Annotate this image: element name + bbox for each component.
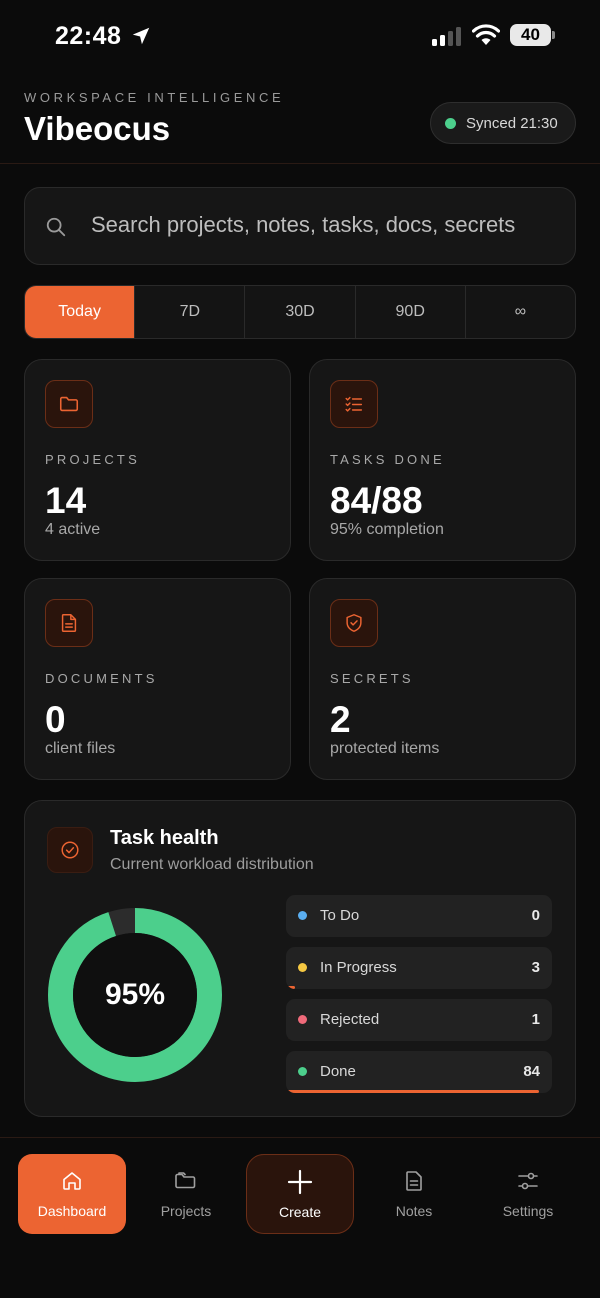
nav-label: Notes	[395, 1203, 433, 1219]
stat-subtext: client files	[45, 740, 116, 757]
completion-percent: 95%	[104, 978, 166, 1011]
nav-label: Create	[278, 1204, 322, 1220]
task-health-subtitle: Current workload distribution	[110, 856, 314, 873]
status-time: 22:48	[55, 22, 122, 50]
status-progress-bar	[286, 1090, 539, 1093]
time-range-tabs: Today 7D 30D 90D ∞	[24, 285, 576, 339]
status-name: In Progress	[320, 959, 397, 976]
status-dot	[298, 1067, 307, 1076]
stat-subtext: 95% completion	[330, 521, 444, 538]
search-icon	[46, 217, 66, 237]
status-breakdown-list: To Do 0 In Progress 3 Rejected 1 Done 84	[286, 895, 552, 1103]
stat-label: PROJECTS	[45, 452, 140, 467]
tab-today[interactable]: Today	[25, 286, 135, 338]
battery-indicator: 40	[510, 24, 556, 48]
status-row-done[interactable]: Done 84	[286, 1051, 552, 1093]
document-icon	[45, 599, 93, 647]
battery-level: 40	[510, 24, 551, 46]
stat-card-tasks-done[interactable]: TASKS DONE 84/88 95% completion	[309, 359, 576, 561]
home-icon	[63, 1172, 81, 1190]
nav-notes[interactable]: Notes	[360, 1154, 468, 1234]
status-name: To Do	[320, 907, 360, 924]
stat-value: 84/88	[330, 480, 423, 521]
create-button[interactable]: Create	[246, 1154, 354, 1234]
search-placeholder: Search projects, notes, tasks, docs, sec…	[91, 212, 516, 237]
status-count: 84	[523, 1063, 540, 1080]
battery-cap	[552, 31, 555, 39]
status-progress-bar	[286, 986, 296, 989]
sync-status-dot	[445, 117, 456, 129]
folder-icon	[45, 380, 93, 428]
stat-value: 0	[45, 699, 66, 740]
nav-projects[interactable]: Projects	[132, 1154, 240, 1234]
status-progress-bar	[286, 1038, 289, 1041]
stat-subtext: protected items	[330, 740, 440, 757]
checklist-icon	[330, 380, 378, 428]
stat-label: SECRETS	[330, 671, 414, 686]
status-count: 3	[531, 959, 540, 976]
status-bar: 22:48 40	[0, 0, 600, 72]
bottom-navigation: Dashboard Projects Create Notes Settings	[0, 1137, 600, 1298]
status-dot	[298, 1015, 307, 1024]
task-health-card: Task health Current workload distributio…	[24, 800, 576, 1117]
tab-90d[interactable]: 90D	[354, 286, 465, 338]
task-health-title: Task health	[110, 827, 219, 849]
app-title: Vibeocus	[24, 110, 171, 147]
folders-icon	[175, 1172, 196, 1189]
check-circle-icon	[47, 827, 93, 873]
status-row-todo[interactable]: To Do 0	[286, 895, 552, 937]
plus-icon	[287, 1169, 313, 1195]
stat-subtext: 4 active	[45, 521, 101, 538]
nav-dashboard[interactable]: Dashboard	[18, 1154, 126, 1234]
nav-label: Projects	[160, 1203, 212, 1219]
note-icon	[406, 1171, 422, 1191]
app-header: WORKSPACE INTELLIGENCE Vibeocus Synced 2…	[0, 72, 600, 164]
stat-label: TASKS DONE	[330, 452, 445, 467]
header-eyebrow: WORKSPACE INTELLIGENCE	[24, 90, 285, 105]
status-name: Done	[320, 1063, 356, 1080]
nav-settings[interactable]: Settings	[474, 1154, 582, 1234]
stat-label: DOCUMENTS	[45, 671, 158, 686]
sync-status-text: Synced 21:30	[466, 114, 558, 132]
stat-card-documents[interactable]: DOCUMENTS 0 client files	[24, 578, 291, 780]
sync-status-pill[interactable]: Synced 21:30	[430, 102, 576, 144]
nav-label: Dashboard	[37, 1203, 107, 1219]
search-input[interactable]: Search projects, notes, tasks, docs, sec…	[24, 187, 576, 265]
tab-30d[interactable]: 30D	[244, 286, 354, 338]
status-row-in-progress[interactable]: In Progress 3	[286, 947, 552, 989]
stat-value: 14	[45, 480, 87, 521]
sliders-icon	[518, 1172, 538, 1190]
stat-card-projects[interactable]: PROJECTS 14 4 active	[24, 359, 291, 561]
stat-value: 2	[330, 699, 351, 740]
tab-7d[interactable]: 7D	[134, 286, 244, 338]
status-dot	[298, 911, 307, 920]
status-count: 1	[531, 1011, 540, 1028]
cellular-signal-icon	[432, 27, 461, 46]
nav-label: Settings	[502, 1203, 554, 1219]
status-count: 0	[531, 907, 540, 924]
status-dot	[298, 963, 307, 972]
tab-all-time[interactable]: ∞	[464, 286, 575, 338]
wifi-icon	[472, 24, 500, 45]
status-name: Rejected	[320, 1011, 380, 1028]
status-row-rejected[interactable]: Rejected 1	[286, 999, 552, 1041]
stat-card-secrets[interactable]: SECRETS 2 protected items	[309, 578, 576, 780]
shield-icon	[330, 599, 378, 647]
location-arrow-icon	[132, 27, 150, 45]
